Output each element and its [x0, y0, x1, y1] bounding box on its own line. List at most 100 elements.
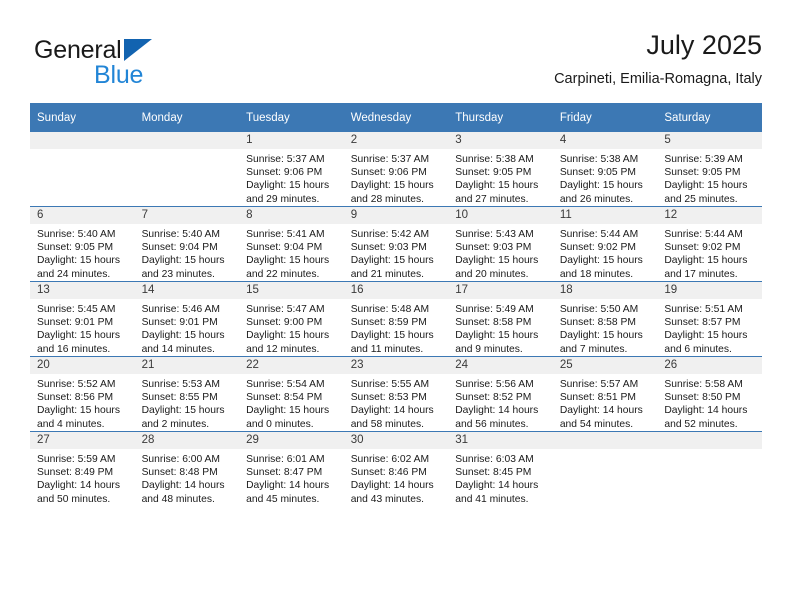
- daylight-text-line2: and 20 minutes.: [455, 268, 529, 280]
- week-row: 6 Sunrise: 5:40 AM Sunset: 9:05 PM Daylight…: [30, 206, 762, 282]
- day-details: Sunrise: 6:01 AM Sunset: 8:47 PM Daylight:…: [239, 449, 344, 506]
- daylight-text-line2: and 56 minutes.: [455, 418, 529, 430]
- day-number: 12: [657, 207, 762, 224]
- day-cell[interactable]: 26 Sunrise: 5:58 AM Sunset: 8:50 PM Dayligh…: [657, 356, 762, 432]
- day-cell[interactable]: 21 Sunrise: 5:53 AM Sunset: 8:55 PM Dayligh…: [134, 356, 240, 432]
- day-cell[interactable]: 7 Sunrise: 5:40 AM Sunset: 9:04 PM Daylight…: [134, 206, 240, 282]
- day-details: Sunrise: 5:46 AM Sunset: 9:01 PM Daylight:…: [135, 299, 240, 356]
- location-subtitle: Carpineti, Emilia-Romagna, Italy: [554, 71, 762, 87]
- day-number: 1: [239, 132, 344, 149]
- day-cell[interactable]: 31 Sunrise: 6:03 AM Sunset: 8:45 PM Dayligh…: [448, 431, 553, 506]
- sunset-text: Sunset: 9:05 PM: [664, 167, 741, 179]
- daylight-text-line1: Daylight: 14 hours: [350, 405, 434, 417]
- day-cell[interactable]: 29 Sunrise: 6:01 AM Sunset: 8:47 PM Dayligh…: [239, 431, 344, 506]
- day-cell[interactable]: 28 Sunrise: 6:00 AM Sunset: 8:48 PM Dayligh…: [134, 431, 240, 506]
- day-cell[interactable]: 10 Sunrise: 5:43 AM Sunset: 9:03 PM Dayligh…: [448, 206, 553, 282]
- sunset-text: Sunset: 8:52 PM: [455, 392, 532, 404]
- day-cell[interactable]: 11 Sunrise: 5:44 AM Sunset: 9:02 PM Dayligh…: [552, 206, 658, 282]
- day-details: Sunrise: 5:49 AM Sunset: 8:58 PM Daylight:…: [448, 299, 553, 356]
- sunset-text: Sunset: 8:45 PM: [455, 467, 532, 479]
- week-row: 13 Sunrise: 5:45 AM Sunset: 9:01 PM Dayligh…: [30, 281, 762, 357]
- day-cell[interactable]: 14 Sunrise: 5:46 AM Sunset: 9:01 PM Dayligh…: [134, 281, 240, 357]
- day-number: [657, 432, 762, 449]
- day-details: Sunrise: 5:40 AM Sunset: 9:05 PM Daylight:…: [30, 224, 135, 281]
- daylight-text-line2: and 22 minutes.: [246, 268, 320, 280]
- day-cell[interactable]: 18 Sunrise: 5:50 AM Sunset: 8:58 PM Dayligh…: [552, 281, 658, 357]
- daylight-text-line1: Daylight: 15 hours: [455, 180, 539, 192]
- sunrise-text: Sunrise: 6:02 AM: [350, 454, 430, 465]
- sunrise-text: Sunrise: 5:37 AM: [350, 154, 430, 165]
- sunrise-text: Sunrise: 5:48 AM: [350, 304, 430, 315]
- daylight-text-line2: and 25 minutes.: [664, 193, 738, 205]
- day-cell[interactable]: 15 Sunrise: 5:47 AM Sunset: 9:00 PM Dayligh…: [239, 281, 344, 357]
- daylight-text-line2: and 17 minutes.: [664, 268, 738, 280]
- day-details: Sunrise: 5:41 AM Sunset: 9:04 PM Daylight:…: [239, 224, 344, 281]
- day-cell[interactable]: 12 Sunrise: 5:44 AM Sunset: 9:02 PM Dayligh…: [657, 206, 762, 282]
- sunset-text: Sunset: 8:59 PM: [350, 317, 427, 329]
- day-cell[interactable]: 24 Sunrise: 5:56 AM Sunset: 8:52 PM Dayligh…: [448, 356, 553, 432]
- sunrise-text: Sunrise: 5:39 AM: [664, 154, 743, 165]
- daylight-text-line2: and 23 minutes.: [141, 268, 215, 280]
- sunrise-text: Sunrise: 5:53 AM: [141, 379, 220, 390]
- daylight-text-line2: and 48 minutes.: [141, 493, 215, 505]
- day-cell[interactable]: [657, 431, 762, 506]
- sunrise-text: Sunrise: 6:01 AM: [246, 454, 325, 465]
- sunrise-text: Sunrise: 5:38 AM: [455, 154, 534, 165]
- daylight-text-line1: Daylight: 14 hours: [37, 480, 120, 492]
- day-number: 30: [343, 432, 449, 449]
- day-cell[interactable]: [30, 132, 135, 207]
- day-details: Sunrise: 5:37 AM Sunset: 9:06 PM Daylight:…: [239, 149, 344, 206]
- day-number: 18: [552, 282, 658, 299]
- sunrise-text: Sunrise: 5:45 AM: [37, 304, 116, 315]
- day-cell[interactable]: 16 Sunrise: 5:48 AM Sunset: 8:59 PM Dayligh…: [343, 281, 449, 357]
- sunset-text: Sunset: 9:02 PM: [559, 242, 636, 254]
- daylight-text-line1: Daylight: 15 hours: [141, 330, 225, 342]
- sunset-text: Sunset: 8:47 PM: [246, 467, 323, 479]
- day-cell[interactable]: [134, 132, 240, 207]
- daylight-text-line2: and 27 minutes.: [455, 193, 529, 205]
- generalblue-logo[interactable]: General Blue: [34, 36, 234, 92]
- sunset-text: Sunset: 9:06 PM: [246, 167, 323, 179]
- day-cell[interactable]: [552, 431, 658, 506]
- day-cell[interactable]: 5 Sunrise: 5:39 AM Sunset: 9:05 PM Daylight…: [657, 132, 762, 207]
- day-number: 7: [134, 207, 240, 224]
- daylight-text-line2: and 45 minutes.: [246, 493, 320, 505]
- day-cell[interactable]: 19 Sunrise: 5:51 AM Sunset: 8:57 PM Dayligh…: [657, 281, 762, 357]
- day-cell[interactable]: 17 Sunrise: 5:49 AM Sunset: 8:58 PM Dayligh…: [448, 281, 553, 357]
- day-details: Sunrise: 5:39 AM Sunset: 9:05 PM Daylight:…: [657, 149, 762, 206]
- day-cell[interactable]: 22 Sunrise: 5:54 AM Sunset: 8:54 PM Dayligh…: [239, 356, 344, 432]
- day-cell[interactable]: 4 Sunrise: 5:38 AM Sunset: 9:05 PM Daylight…: [552, 132, 658, 207]
- day-cell[interactable]: 6 Sunrise: 5:40 AM Sunset: 9:05 PM Daylight…: [30, 206, 135, 282]
- day-details: Sunrise: 5:51 AM Sunset: 8:57 PM Daylight:…: [657, 299, 762, 356]
- daylight-text-line1: Daylight: 15 hours: [246, 255, 330, 267]
- daylight-text-line1: Daylight: 14 hours: [246, 480, 330, 492]
- sunset-text: Sunset: 8:58 PM: [559, 317, 636, 329]
- day-cell[interactable]: 23 Sunrise: 5:55 AM Sunset: 8:53 PM Dayligh…: [343, 356, 449, 432]
- day-cell[interactable]: 2 Sunrise: 5:37 AM Sunset: 9:06 PM Daylight…: [343, 132, 449, 207]
- day-cell[interactable]: 13 Sunrise: 5:45 AM Sunset: 9:01 PM Dayligh…: [30, 281, 135, 357]
- daylight-text-line1: Daylight: 15 hours: [664, 255, 748, 267]
- day-cell[interactable]: 1 Sunrise: 5:37 AM Sunset: 9:06 PM Daylight…: [239, 132, 344, 207]
- day-cell[interactable]: 8 Sunrise: 5:41 AM Sunset: 9:04 PM Daylight…: [239, 206, 344, 282]
- daylight-text-line1: Daylight: 15 hours: [455, 255, 539, 267]
- day-details: Sunrise: 5:38 AM Sunset: 9:05 PM Daylight:…: [553, 149, 658, 206]
- sunrise-text: Sunrise: 5:57 AM: [559, 379, 639, 390]
- day-cell[interactable]: 20 Sunrise: 5:52 AM Sunset: 8:56 PM Dayligh…: [30, 356, 135, 432]
- day-details: Sunrise: 5:38 AM Sunset: 9:05 PM Daylight:…: [448, 149, 553, 206]
- day-number: 16: [343, 282, 449, 299]
- day-cell[interactable]: 9 Sunrise: 5:42 AM Sunset: 9:03 PM Daylight…: [343, 206, 449, 282]
- day-cell[interactable]: 27 Sunrise: 5:59 AM Sunset: 8:49 PM Dayligh…: [30, 431, 135, 506]
- day-details: Sunrise: 5:40 AM Sunset: 9:04 PM Daylight:…: [135, 224, 240, 281]
- day-number: 9: [343, 207, 449, 224]
- logo-text-blue: Blue: [94, 61, 144, 89]
- sunset-text: Sunset: 9:05 PM: [559, 167, 636, 179]
- day-cell[interactable]: 30 Sunrise: 6:02 AM Sunset: 8:46 PM Dayligh…: [343, 431, 449, 506]
- day-number: 15: [239, 282, 344, 299]
- daylight-text-line2: and 11 minutes.: [350, 343, 424, 355]
- weekday-header-wednesday: Wednesday: [343, 103, 449, 132]
- day-cell[interactable]: 3 Sunrise: 5:38 AM Sunset: 9:05 PM Daylight…: [448, 132, 553, 207]
- sunset-text: Sunset: 9:06 PM: [350, 167, 427, 179]
- day-details: Sunrise: 6:00 AM Sunset: 8:48 PM Daylight:…: [135, 449, 240, 506]
- sunset-text: Sunset: 9:05 PM: [37, 242, 114, 254]
- day-cell[interactable]: 25 Sunrise: 5:57 AM Sunset: 8:51 PM Dayligh…: [552, 356, 658, 432]
